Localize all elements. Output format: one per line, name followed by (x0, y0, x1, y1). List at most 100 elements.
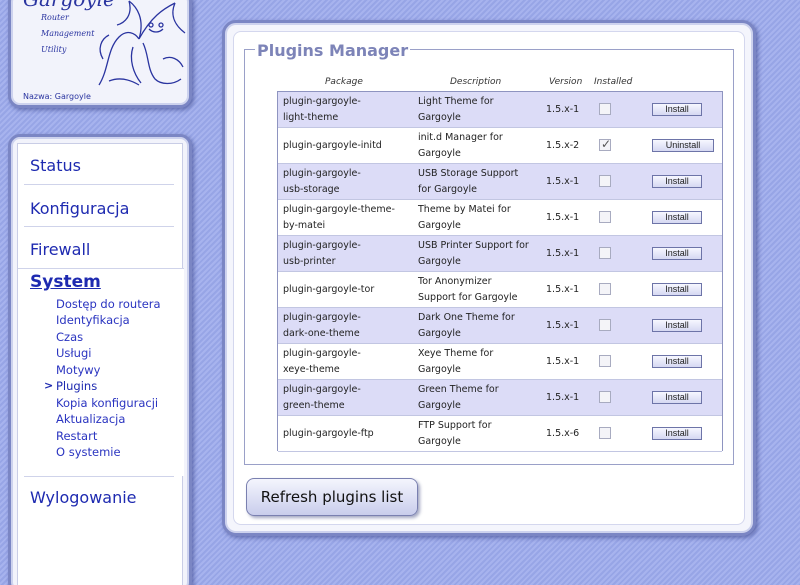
install-button[interactable]: Install (652, 211, 702, 224)
package-name-line: plugin-gargoyle- (283, 312, 361, 323)
install-button[interactable]: Install (652, 319, 702, 332)
uninstall-button[interactable]: Uninstall (652, 139, 714, 152)
description-line: Gargoyle (418, 256, 461, 267)
package-version: 1.5.x-1 (546, 320, 580, 331)
description-line: Gargoyle (418, 328, 461, 339)
description-line: Gargoyle (418, 148, 461, 159)
gargoyle-logo-icon (98, 0, 186, 86)
description-line: USB Printer Support for (418, 240, 529, 251)
nav-sub-restart[interactable]: Restart (56, 429, 97, 443)
column-header-installed: Installed (594, 77, 633, 87)
package-name: plugin-gargoyle-theme-by-matei (283, 202, 411, 234)
nav-sub-identyfikacja[interactable]: Identyfikacja (56, 313, 130, 327)
package-version: 1.5.x-1 (546, 392, 580, 403)
package-name: plugin-gargoyle-green-theme (283, 382, 411, 414)
package-description: Xeye Theme for Gargoyle (418, 346, 546, 378)
column-header-description: Description (450, 77, 502, 87)
install-button[interactable]: Install (652, 355, 702, 368)
page-title: Plugins Manager (255, 41, 411, 60)
package-description: init.d Manager for Gargoyle (418, 130, 546, 162)
nav-sub-uslugi[interactable]: Usługi (56, 346, 91, 360)
package-name-line: plugin-gargoyle-tor (283, 284, 375, 295)
table-row: plugin-gargoyle-usb-storage USB Storage S… (278, 164, 722, 200)
package-name-line: plugin-gargoyle- (283, 96, 361, 107)
active-item-marker: > (44, 379, 54, 392)
package-description: USB Storage Support for Gargoyle (418, 166, 546, 198)
nav-sub-kopia-konfiguracji[interactable]: Kopia konfiguracji (56, 396, 158, 410)
description-line: Light Theme for (418, 96, 494, 107)
nav-menu: Status Konfiguracja Firewall System Dost… (17, 143, 184, 585)
package-description: Theme by Matei for Gargoyle (418, 202, 546, 234)
installed-checkbox (599, 137, 611, 151)
description-line: for Gargoyle (418, 184, 477, 195)
installed-checkbox (599, 283, 611, 295)
package-name-line: plugin-gargoyle-initd (283, 140, 382, 151)
description-line: FTP Support for (418, 420, 492, 431)
package-name-line: plugin-gargoyle-ftp (283, 428, 374, 439)
refresh-plugins-button[interactable]: Refresh plugins list (246, 478, 418, 516)
nav-sub-czas[interactable]: Czas (56, 330, 83, 344)
logo-subtitle-router: Router (41, 13, 69, 22)
nav-panel: Status Konfiguracja Firewall System Dost… (8, 134, 192, 585)
table-row: plugin-gargoyle-ftp FTP Support for Gargoy… (278, 416, 722, 452)
table-row: plugin-gargoyle-tor Tor Anonymizer Support… (278, 272, 722, 308)
installed-checkbox (599, 391, 611, 403)
nav-item-konfiguracja[interactable]: Konfiguracja (30, 199, 129, 218)
plugins-table: plugin-gargoyle-light-theme Light Theme f… (277, 91, 723, 452)
table-row: plugin-gargoyle-dark-one-theme Dark One T… (278, 308, 722, 344)
description-line: Green Theme for (418, 384, 499, 395)
package-version: 1.5.x-1 (546, 284, 580, 295)
installed-checkbox (599, 247, 611, 259)
description-line: Support for Gargoyle (418, 292, 518, 303)
package-version: 1.5.x-1 (546, 356, 580, 367)
package-name: plugin-gargoyle-dark-one-theme (283, 310, 411, 342)
description-line: Dark One Theme for (418, 312, 515, 323)
package-name-line: light-theme (283, 112, 339, 123)
install-button[interactable]: Install (652, 103, 702, 116)
package-description: Green Theme for Gargoyle (418, 382, 546, 414)
installed-checkbox (599, 427, 611, 439)
package-name-line: plugin-gargoyle- (283, 240, 361, 251)
nav-separator (24, 226, 174, 227)
install-button[interactable]: Install (652, 427, 702, 440)
description-line: Xeye Theme for (418, 348, 494, 359)
nav-item-system[interactable]: System (30, 272, 101, 292)
package-name-line: usb-storage (283, 184, 340, 195)
nav-sub-plugins[interactable]: Plugins (56, 379, 97, 393)
package-name: plugin-gargoyle-light-theme (283, 94, 411, 126)
installed-checkbox (599, 355, 611, 367)
table-row: plugin-gargoyle-xeye-theme Xeye Theme for… (278, 344, 722, 380)
installed-checkbox (599, 211, 611, 223)
description-line: Gargoyle (418, 400, 461, 411)
install-button[interactable]: Install (652, 247, 702, 260)
package-version: 1.5.x-1 (546, 248, 580, 259)
installed-checkbox (599, 319, 611, 331)
package-description: USB Printer Support for Gargoyle (418, 238, 546, 270)
nav-item-status[interactable]: Status (30, 156, 81, 175)
column-header-version: Version (549, 77, 583, 87)
column-header-package: Package (325, 77, 363, 87)
nav-sub-aktualizacja[interactable]: Aktualizacja (56, 412, 125, 426)
package-name-line: green-theme (283, 400, 345, 411)
package-description: Dark One Theme for Gargoyle (418, 310, 546, 342)
description-line: Gargoyle (418, 436, 461, 447)
nav-sub-o-systemie[interactable]: O systemie (56, 445, 121, 459)
package-description: FTP Support for Gargoyle (418, 418, 546, 450)
nav-item-firewall[interactable]: Firewall (30, 240, 90, 259)
install-button[interactable]: Install (652, 283, 702, 296)
description-line: Gargoyle (418, 364, 461, 375)
nav-item-wylogowanie[interactable]: Wylogowanie (30, 488, 137, 507)
package-description: Tor Anonymizer Support for Gargoyle (418, 274, 546, 306)
package-description: Light Theme for Gargoyle (418, 94, 546, 126)
package-name-line: dark-one-theme (283, 328, 360, 339)
nav-sub-motywy[interactable]: Motywy (56, 363, 100, 377)
package-name-line: plugin-gargoyle- (283, 168, 361, 179)
nav-separator (24, 184, 174, 185)
nav-sub-dostep-do-routera[interactable]: Dostęp do routera (56, 297, 161, 311)
install-button[interactable]: Install (652, 175, 702, 188)
package-version: 1.5.x-1 (546, 176, 580, 187)
installed-checkbox (599, 103, 611, 115)
package-name-line: plugin-gargoyle- (283, 348, 361, 359)
package-name-line: plugin-gargoyle-theme- (283, 204, 395, 215)
install-button[interactable]: Install (652, 391, 702, 404)
